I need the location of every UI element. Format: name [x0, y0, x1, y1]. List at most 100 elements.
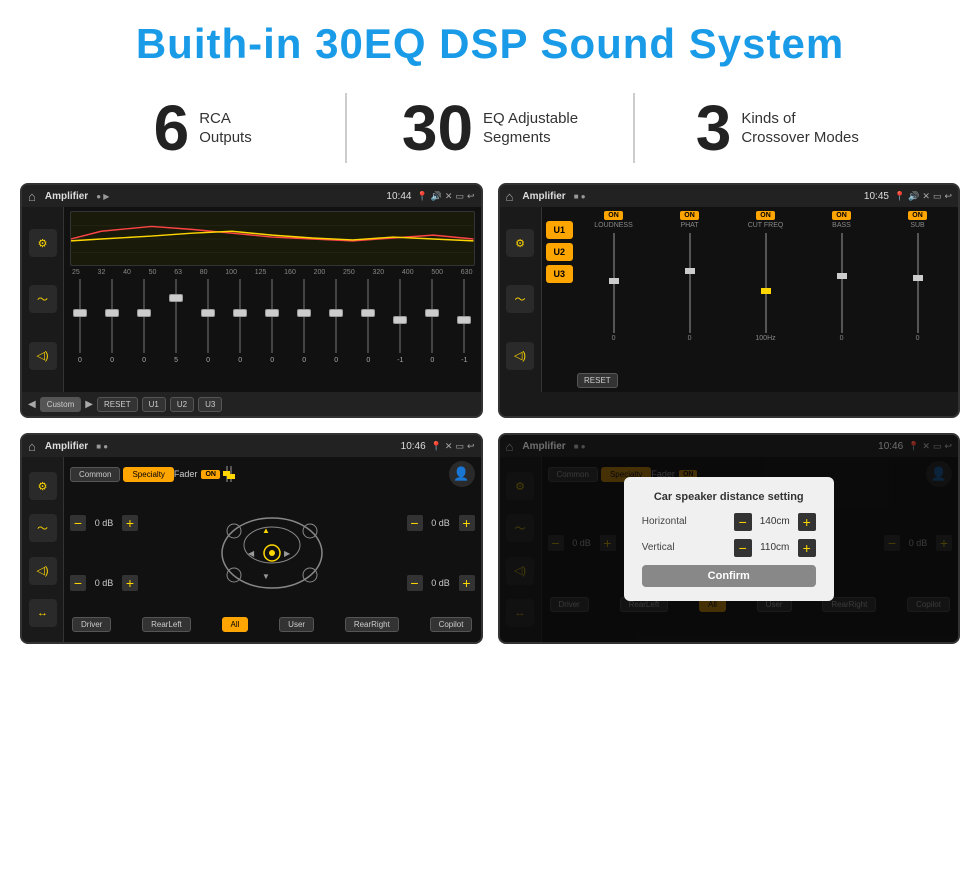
eq-slider-10[interactable]: -1 [392, 279, 408, 364]
horizontal-plus[interactable]: + [798, 513, 816, 531]
stats-row: 6 RCA Outputs 30 EQ Adjustable Segments … [0, 78, 980, 178]
minus-br[interactable]: − [407, 575, 423, 591]
plus-tr[interactable]: + [459, 515, 475, 531]
stat-crossover: 3 Kinds of Crossover Modes [635, 96, 920, 160]
u2-btn[interactable]: U2 [170, 397, 194, 412]
wave-icon-btn-2[interactable]: 〜 [506, 285, 534, 313]
phat-on[interactable]: ON [680, 211, 699, 220]
cutfreq-on[interactable]: ON [756, 211, 775, 220]
tab-specialty[interactable]: Specialty [123, 467, 173, 482]
eq-slider-1[interactable]: 0 [104, 279, 120, 364]
eq-slider-5[interactable]: 0 [232, 279, 248, 364]
crossover-reset[interactable]: RESET [577, 373, 618, 388]
eq-slider-11[interactable]: 0 [424, 279, 440, 364]
page-container: Buith-in 30EQ DSP Sound System 6 RCA Out… [0, 0, 980, 654]
copilot-btn[interactable]: Copilot [430, 617, 473, 632]
rearleft-btn[interactable]: RearLeft [142, 617, 191, 632]
stat-number-rca: 6 [154, 96, 190, 160]
all-btn[interactable]: All [222, 617, 249, 632]
u1-button[interactable]: U1 [546, 221, 574, 239]
speaker-icon-btn[interactable]: ◁) [29, 342, 57, 370]
svg-text:▲: ▲ [262, 526, 270, 535]
vol-row-tl: − 0 dB + [70, 515, 138, 531]
minus-tr[interactable]: − [407, 515, 423, 531]
eq-icon-btn[interactable]: ⚙ [29, 229, 57, 257]
vertical-label: Vertical [642, 542, 707, 553]
play-dots-2: ■ ● [574, 192, 586, 201]
plus-br[interactable]: + [459, 575, 475, 591]
eq-main-area: 25 32 40 50 63 80 100 125 160 200 250 32… [64, 207, 481, 392]
fader-on[interactable]: ON [201, 470, 220, 479]
vertical-plus[interactable]: + [798, 539, 816, 557]
left-panel-3: ⚙ 〜 ◁) ↔ [22, 457, 64, 642]
back-icon-1: ↩ [467, 191, 475, 202]
status-icons-2: 📍 🔊 ✕ ▭ ↩ [894, 191, 952, 202]
status-icons-1: 📍 🔊 ✕ ▭ ↩ [416, 191, 474, 202]
eq-slider-6[interactable]: 0 [264, 279, 280, 364]
crossover-body: ⚙ 〜 ◁) U1 U2 U3 ON [500, 207, 959, 392]
minus-tl[interactable]: − [70, 515, 86, 531]
plus-bl[interactable]: + [122, 575, 138, 591]
stat-number-eq: 30 [402, 96, 473, 160]
wave-icon-btn[interactable]: 〜 [29, 285, 57, 313]
eq-icon-btn-3[interactable]: ⚙ [29, 472, 57, 500]
prev-icon[interactable]: ◀ [28, 399, 36, 410]
speaker-icon-btn-2[interactable]: ◁) [506, 342, 534, 370]
speaker-icon-btn-3[interactable]: ◁) [29, 557, 57, 585]
eq-slider-4[interactable]: 0 [200, 279, 216, 364]
minus-bl[interactable]: − [70, 575, 86, 591]
u2-button[interactable]: U2 [546, 243, 574, 261]
custom-btn[interactable]: Custom [40, 397, 82, 412]
plus-tl[interactable]: + [122, 515, 138, 531]
vol-right: − 0 dB + − 0 dB + [407, 493, 475, 613]
u3-btn[interactable]: U3 [198, 397, 222, 412]
vertical-minus[interactable]: − [734, 539, 752, 557]
eq-slider-12[interactable]: -1 [456, 279, 472, 364]
ctrl-bass: ON BASS 0 [805, 211, 878, 344]
bass-on[interactable]: ON [832, 211, 851, 220]
screens-grid: ⌂ Amplifier ● ▶ 10:44 📍 🔊 ✕ ▭ ↩ ⚙ 〜 ◁) [0, 178, 980, 654]
x-icon-1: ✕ [445, 191, 453, 202]
eq-slider-2[interactable]: 0 [136, 279, 152, 364]
fader-bottom: Driver RearLeft All User RearRight Copil… [70, 617, 475, 632]
status-bar-3: ⌂ Amplifier ■ ● 10:46 📍 ✕ ▭ ↩ [22, 435, 481, 457]
eq-slider-9[interactable]: 0 [360, 279, 376, 364]
fader-text: Fader [174, 469, 198, 479]
dialog-overlay: Car speaker distance setting Horizontal … [500, 435, 959, 642]
user-btn[interactable]: User [279, 617, 314, 632]
driver-btn[interactable]: Driver [72, 617, 111, 632]
location-icon-1: 📍 [416, 191, 427, 202]
arrow-icon-btn-3[interactable]: ↔ [29, 599, 57, 627]
rearright-btn[interactable]: RearRight [345, 617, 399, 632]
user-icon[interactable]: 👤 [449, 461, 475, 487]
fader-main: Common Specialty Fader ON [64, 457, 481, 642]
horizontal-minus[interactable]: − [734, 513, 752, 531]
loudness-on[interactable]: ON [604, 211, 623, 220]
stat-label-crossover: Kinds of Crossover Modes [741, 109, 859, 148]
eq-slider-8[interactable]: 0 [328, 279, 344, 364]
u1-btn[interactable]: U1 [142, 397, 166, 412]
vol-left: − 0 dB + − 0 dB + [70, 493, 138, 613]
confirm-button[interactable]: Confirm [642, 565, 816, 587]
sub-on[interactable]: ON [908, 211, 927, 220]
app-name-2: Amplifier [522, 191, 565, 202]
fader-label-area: Fader ON [174, 466, 232, 482]
eq-slider-3[interactable]: 5 [168, 279, 184, 364]
time-2: 10:45 [864, 191, 889, 202]
reset-btn[interactable]: RESET [97, 397, 138, 412]
u3-button[interactable]: U3 [546, 265, 574, 283]
play-icon[interactable]: ▶ [85, 399, 93, 410]
eq-sliders: 0 0 0 5 [70, 279, 475, 364]
play-dots-3: ■ ● [96, 442, 108, 451]
svg-text:◀: ◀ [248, 549, 255, 558]
eq-icon-btn-2[interactable]: ⚙ [506, 229, 534, 257]
eq-slider-7[interactable]: 0 [296, 279, 312, 364]
eq-slider-0[interactable]: 0 [72, 279, 88, 364]
vol-row-bl: − 0 dB + [70, 575, 138, 591]
left-panel-1: ⚙ 〜 ◁) [22, 207, 64, 392]
screen-dialog: ⌂ Amplifier ■ ● 10:46 📍 ✕ ▭ ↩ ⚙ 〜 ◁) ↔ [498, 433, 961, 644]
tab-common[interactable]: Common [70, 467, 120, 482]
battery-icon-1: ▭ [455, 191, 464, 202]
wave-icon-btn-3[interactable]: 〜 [29, 514, 57, 542]
stat-label-rca: RCA Outputs [199, 109, 252, 148]
